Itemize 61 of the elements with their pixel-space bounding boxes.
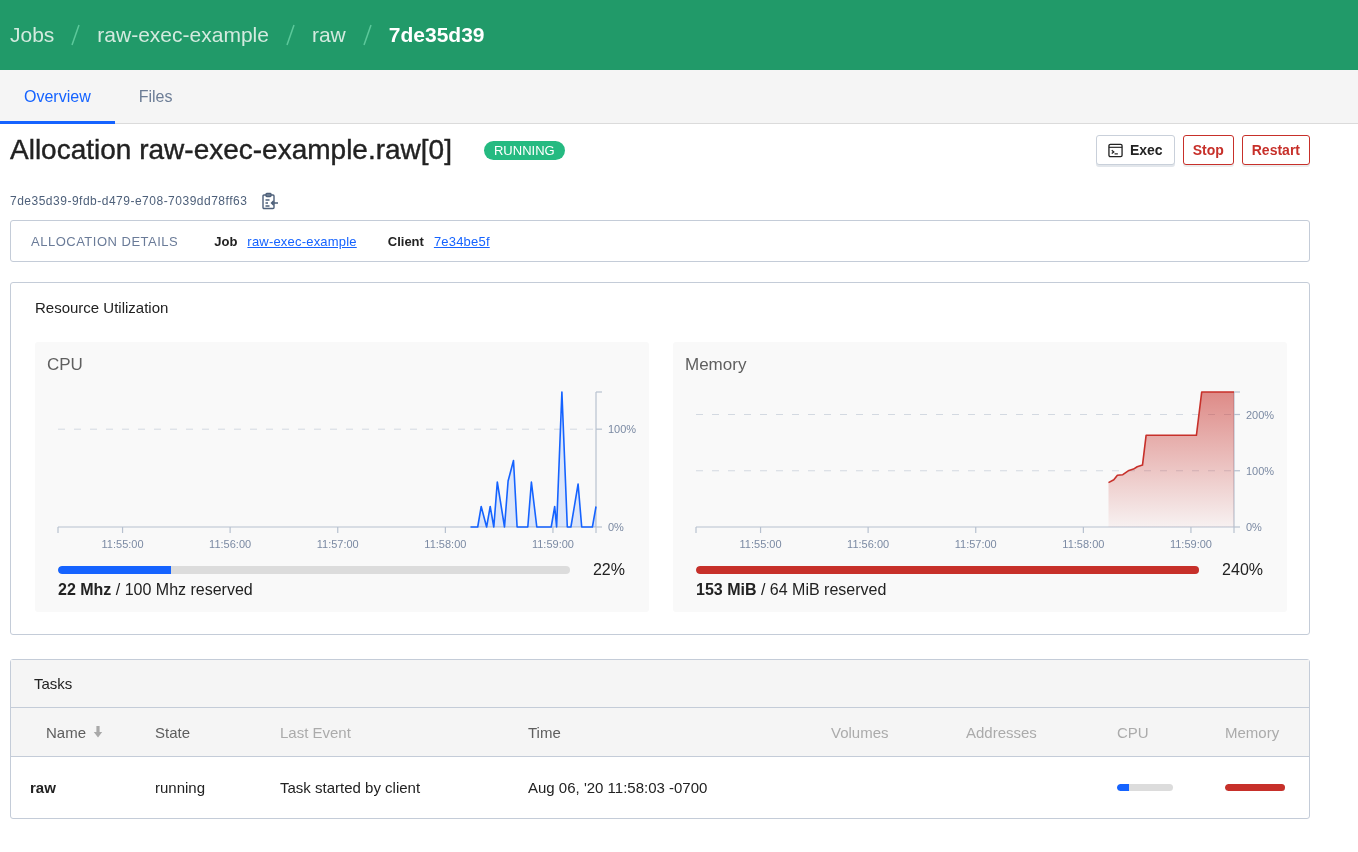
clipboard-icon xyxy=(261,192,280,210)
x-tick-label: 11:56:00 xyxy=(209,538,252,550)
section-label: ALLOCATION DETAILS xyxy=(31,233,179,249)
x-tick-label: 11:55:00 xyxy=(739,538,782,550)
y-tick-label: 100% xyxy=(608,423,637,436)
allocation-id: 7de35d39-9fdb-d479-e708-7039dd78ff63 xyxy=(10,194,248,208)
x-tick-label: 11:59:00 xyxy=(531,538,574,550)
slash-icon xyxy=(285,24,295,46)
x-tick-label: 11:58:00 xyxy=(424,538,467,550)
sortable-column-header[interactable]: Name xyxy=(46,723,103,741)
x-tick-label: 11:57:00 xyxy=(954,538,997,550)
copy-button[interactable] xyxy=(261,192,280,210)
x-tick-label: 11:59:00 xyxy=(1169,538,1212,550)
breadcrumb-link[interactable]: raw xyxy=(311,23,346,47)
y-tick-label: 0% xyxy=(1246,521,1262,533)
x-tick-label: 11:56:00 xyxy=(847,538,890,550)
usage-summary: 153 MiB / 64 MiB reserved xyxy=(695,581,887,599)
field-link[interactable]: raw-exec-example xyxy=(247,233,357,249)
sortable-column-header[interactable]: Time xyxy=(528,723,561,741)
x-tick-label: 11:58:00 xyxy=(1062,538,1105,550)
column-header: Addresses xyxy=(966,723,1037,741)
restart-button[interactable]: Restart xyxy=(1241,135,1310,165)
memory-progress-track xyxy=(1225,784,1285,791)
column-header: Volumes xyxy=(831,723,889,741)
column-header: CPU xyxy=(1117,723,1149,741)
page-title: Allocation raw-exec-example.raw[0] xyxy=(10,134,452,166)
usage-summary: 22 Mhz / 100 Mhz reserved xyxy=(57,581,253,599)
section-title: Tasks xyxy=(34,674,73,693)
percent-reading: 22% xyxy=(592,561,626,579)
chart-title: CPU xyxy=(47,354,83,376)
y-tick-label: 200% xyxy=(1246,408,1275,421)
chart-title: Memory xyxy=(685,354,747,376)
x-tick-label: 11:55:00 xyxy=(101,538,144,550)
table-cell: running xyxy=(155,779,206,796)
percent-reading: 240% xyxy=(1222,561,1264,579)
tab[interactable]: Overview xyxy=(0,70,115,124)
column-header: Memory xyxy=(1225,723,1280,741)
slash-icon xyxy=(71,24,81,46)
section-title: Resource Utilization xyxy=(35,299,169,317)
column-header: Last Event xyxy=(280,723,351,741)
sortable-column-header[interactable]: State xyxy=(155,723,191,741)
field-label: Job xyxy=(214,233,238,249)
status-badge: RUNNING xyxy=(483,140,565,160)
cpu-progress-track xyxy=(1117,784,1173,791)
table-cell: Aug 06, '20 11:58:03 -0700 xyxy=(528,779,708,796)
exec-button[interactable]: Exec xyxy=(1095,135,1175,165)
breadcrumb-link[interactable]: raw-exec-example xyxy=(97,23,269,47)
field-label: Client xyxy=(387,233,424,249)
terminal-icon xyxy=(1107,142,1123,158)
field-link[interactable]: 7e34be5f xyxy=(433,233,490,249)
x-tick-label: 11:57:00 xyxy=(316,538,359,550)
stop-button[interactable]: Stop xyxy=(1182,135,1234,165)
y-tick-label: 0% xyxy=(608,521,624,533)
y-tick-label: 100% xyxy=(1246,464,1275,477)
tab[interactable]: Files xyxy=(114,70,197,124)
task-name-link[interactable]: raw xyxy=(30,779,56,796)
table-cell: Task started by client xyxy=(280,779,421,796)
arrow-down-icon xyxy=(93,725,103,739)
slash-icon xyxy=(362,24,372,46)
breadcrumb-link[interactable]: Jobs xyxy=(10,23,55,47)
breadcrumb-link[interactable]: 7de35d39 xyxy=(388,23,485,47)
